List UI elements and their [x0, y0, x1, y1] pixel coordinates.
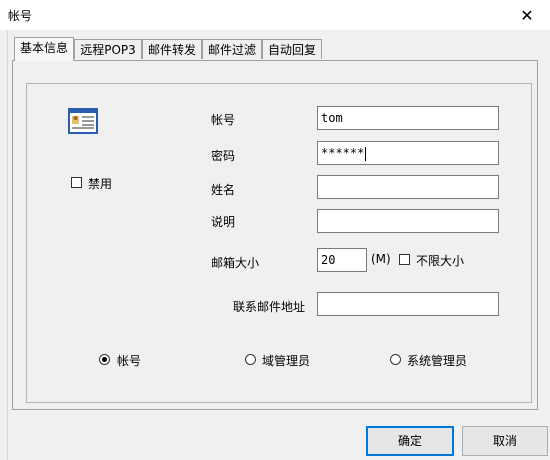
name-label: 姓名	[211, 183, 236, 197]
title-bar: 帐号 ✕	[0, 0, 550, 30]
role-account-radio[interactable]	[99, 354, 110, 365]
tab-label: 远程POP3	[80, 43, 136, 57]
role-domain-admin-label: 域管理员	[262, 354, 311, 368]
account-value: tom	[321, 111, 343, 125]
tab-basic-info[interactable]: 基本信息	[14, 37, 74, 61]
role-system-admin-label: 系统管理员	[407, 354, 468, 368]
tab-label: 自动回复	[267, 43, 316, 57]
mailbox-size-label: 邮箱大小	[211, 256, 260, 270]
contact-email-label: 联系邮件地址	[233, 300, 306, 314]
unlimited-size-label: 不限大小	[416, 254, 465, 268]
contact-email-input[interactable]	[317, 292, 499, 316]
close-button[interactable]: ✕	[504, 0, 550, 30]
tab-mail-filter[interactable]: 邮件过滤	[202, 39, 262, 59]
user-card-icon	[68, 108, 98, 134]
password-label: 密码	[211, 149, 236, 163]
description-input[interactable]	[317, 209, 499, 233]
ok-button[interactable]: 确定	[366, 426, 454, 456]
tab-label: 基本信息	[19, 41, 68, 55]
mailbox-size-input[interactable]: 20	[317, 248, 367, 272]
disable-label: 禁用	[88, 177, 113, 191]
window-title: 帐号	[8, 9, 33, 23]
close-icon: ✕	[520, 5, 534, 25]
cancel-button[interactable]: 取消	[462, 426, 548, 456]
tab-remote-pop3[interactable]: 远程POP3	[74, 39, 142, 59]
description-label: 说明	[211, 215, 236, 229]
name-input[interactable]	[317, 175, 499, 199]
tab-label: 邮件过滤	[207, 43, 256, 57]
tab-auto-reply[interactable]: 自动回复	[262, 39, 322, 59]
text-cursor	[365, 146, 367, 161]
mailbox-unit-label: (M)	[371, 252, 391, 266]
account-label: 帐号	[211, 113, 236, 127]
account-input[interactable]: tom	[317, 106, 499, 130]
password-value: ******	[321, 146, 365, 160]
role-domain-admin-radio[interactable]	[245, 354, 256, 365]
tab-mail-forward[interactable]: 邮件转发	[142, 39, 202, 59]
unlimited-size-checkbox[interactable]	[399, 254, 410, 265]
role-system-admin-radio[interactable]	[390, 354, 401, 365]
tab-label: 邮件转发	[147, 43, 196, 57]
cancel-button-label: 取消	[492, 434, 517, 448]
role-account-label: 帐号	[117, 354, 142, 368]
ok-button-label: 确定	[397, 434, 422, 448]
background-window-edge	[0, 30, 8, 460]
disable-checkbox[interactable]	[71, 177, 82, 188]
password-input[interactable]: ******	[317, 141, 499, 165]
mailbox-size-value: 20	[321, 253, 336, 267]
